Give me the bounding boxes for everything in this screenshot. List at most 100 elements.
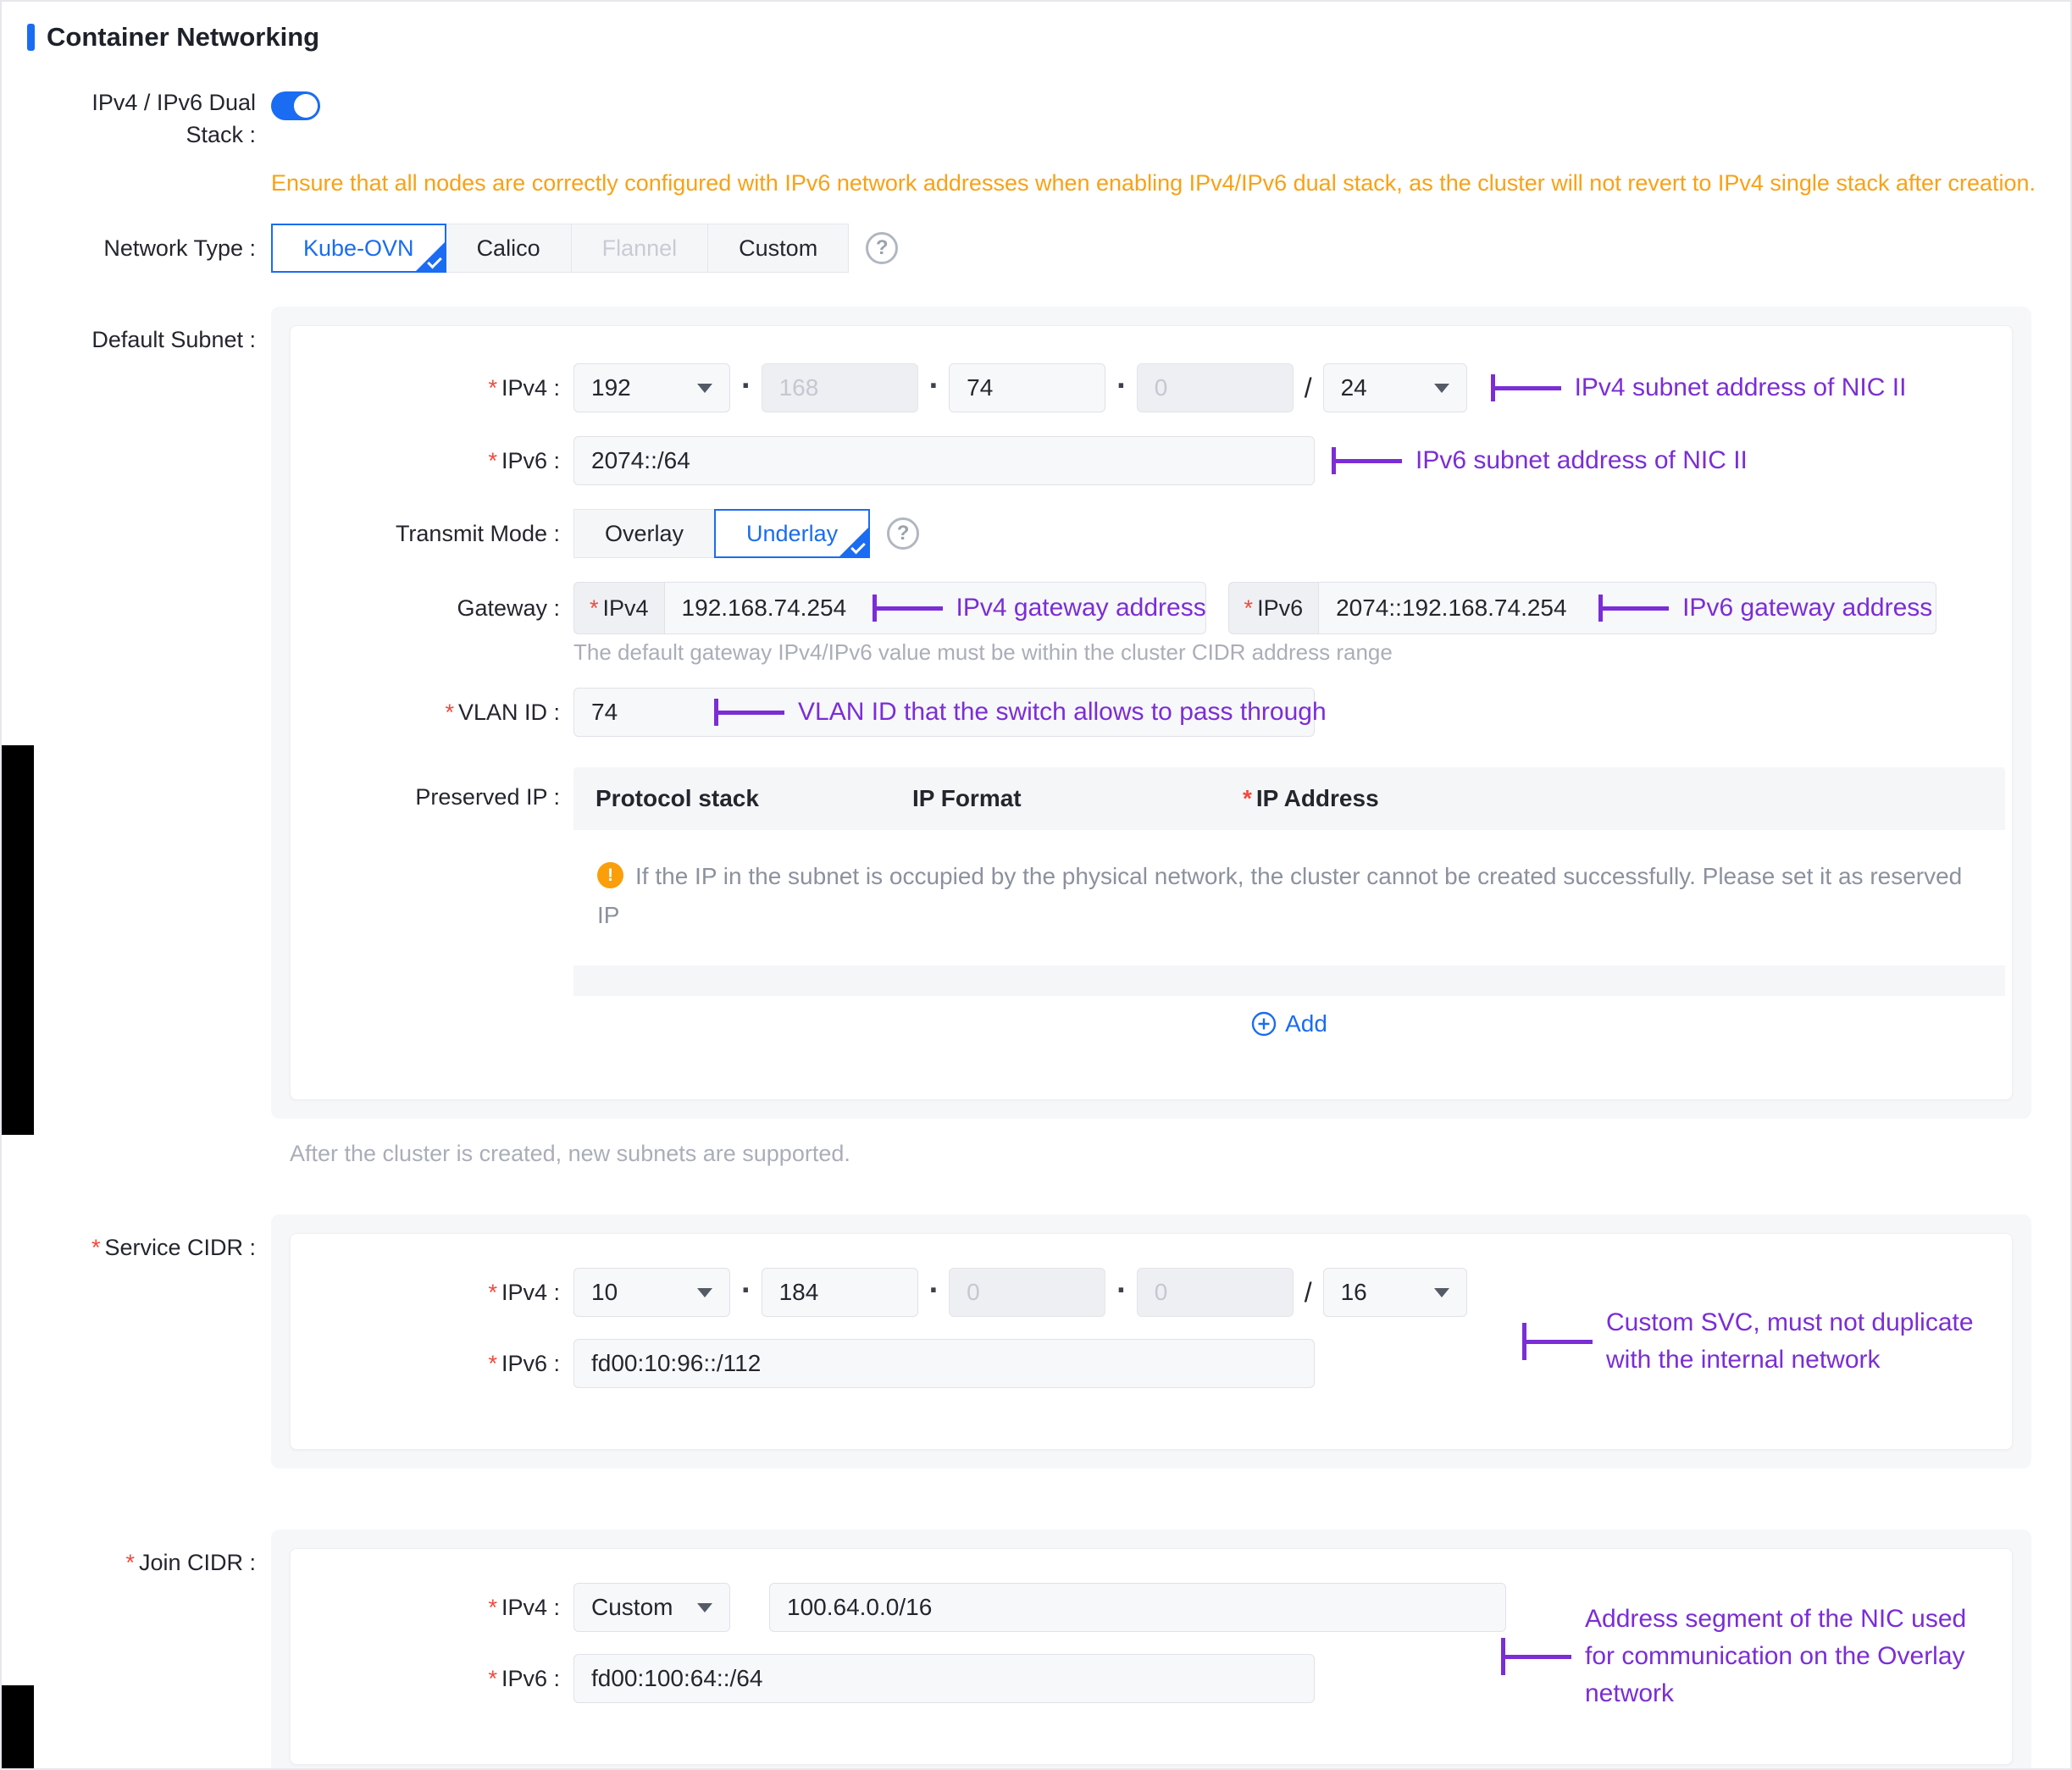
annotation-vlan: VLAN ID that the switch allows to pass t… (714, 698, 1327, 727)
join-ipv4-label: *IPv4 : (291, 1595, 560, 1621)
dual-stack-toggle[interactable] (271, 91, 320, 120)
annotation-connector (873, 595, 943, 622)
join-ipv6-label: *IPv6 : (291, 1666, 560, 1692)
join-mode-select[interactable]: Custom (573, 1583, 730, 1632)
chevron-down-icon (697, 384, 712, 393)
service-octet1-select[interactable]: 10 (573, 1268, 730, 1317)
subnet-ipv6-input[interactable]: 2074::/64 (573, 436, 1315, 485)
service-prefix-select[interactable]: 16 (1323, 1268, 1467, 1317)
vlan-label: *VLAN ID : (291, 700, 560, 726)
annotation-ipv4-subnet: IPv4 subnet address of NIC II (1491, 373, 1907, 402)
chevron-down-icon (1434, 384, 1449, 393)
annotation-connector (1332, 447, 1402, 474)
preserved-ip-table-header: Protocol stack IP Format *IP Address (573, 767, 2005, 830)
help-icon[interactable]: ? (887, 517, 919, 550)
gateway-ipv6-input[interactable]: 2074::192.168.74.254 IPv6 gateway addres… (1318, 582, 1936, 634)
octet-separator: . (1116, 1264, 1126, 1301)
network-type-row: Network Type : Kube-OVN Calico Flannel C… (2, 224, 2070, 273)
tab-calico[interactable]: Calico (446, 224, 572, 273)
octet-separator: . (741, 360, 751, 396)
preserved-ip-empty-warning: !If the IP in the subnet is occupied by … (573, 830, 2005, 965)
chevron-down-icon (1434, 1288, 1449, 1297)
service-ipv6-input[interactable]: fd00:10:96::/112 (573, 1339, 1315, 1388)
gateway-label: Gateway : (291, 595, 560, 622)
service-cidr-panel: *IPv4 : 10 . 184 . 0 . 0 (271, 1214, 2031, 1469)
subnet-ipv6-row: *IPv6 : 2074::/64 IPv6 subnet address of… (291, 436, 2012, 485)
join-ipv4-input[interactable]: 100.64.0.0/16 (769, 1583, 1506, 1632)
annotation-connector (1598, 595, 1669, 622)
service-cidr-row: *Service CIDR : *IPv4 : 10 . (2, 1214, 2070, 1469)
network-type-tabs: Kube-OVN Calico Flannel Custom (271, 224, 849, 273)
octet-separator: . (929, 1264, 939, 1301)
default-subnet-card: *IPv4 : 192 . 168 . 74 . 0 (290, 325, 2013, 1100)
dual-stack-row: IPv4 / IPv6 Dual Stack : (2, 86, 2070, 151)
service-ipv6-label: *IPv6 : (291, 1351, 560, 1377)
service-cidr-card: *IPv4 : 10 . 184 . 0 . 0 (290, 1233, 2013, 1450)
gateway-ipv4-group: *IPv4 192.168.74.254 IPv4 gateway addres… (573, 582, 1206, 634)
tab-underlay[interactable]: Underlay (714, 509, 870, 558)
table-gap (573, 965, 2005, 996)
annotation-ipv6-gateway: IPv6 gateway address (1598, 594, 1932, 622)
gateway-ipv4-input[interactable]: 192.168.74.254 IPv4 gateway address (664, 582, 1206, 634)
octet-separator: . (741, 1264, 751, 1301)
preserved-ip-row: Preserved IP : Protocol stack IP Format … (291, 767, 2012, 1052)
dual-stack-label: IPv4 / IPv6 Dual Stack : (2, 86, 256, 151)
dual-stack-warning: Ensure that all nodes are correctly conf… (271, 168, 2050, 198)
annotation-connector (1491, 374, 1561, 401)
section-header: Container Networking (27, 22, 2070, 53)
cidr-separator: / (1305, 373, 1312, 404)
default-subnet-label: Default Subnet : (2, 324, 256, 356)
service-ipv4-label: *IPv4 : (291, 1280, 560, 1306)
subnet-ipv4-row: *IPv4 : 192 . 168 . 74 . 0 (291, 363, 2012, 412)
alert-icon: ! (597, 862, 623, 888)
subnet-octet2-input: 168 (762, 363, 918, 412)
page-title: Container Networking (47, 22, 319, 53)
join-cidr-label: *Join CIDR : (2, 1546, 256, 1579)
gateway-row: Gateway : *IPv4 192.168.74.254 (291, 582, 2012, 634)
chevron-down-icon (697, 1288, 712, 1297)
subnet-prefix-select[interactable]: 24 (1323, 363, 1467, 412)
annotation-ipv6-subnet: IPv6 subnet address of NIC II (1332, 446, 1748, 475)
annotation-ipv4-gateway: IPv4 gateway address (873, 594, 1206, 622)
vlan-input[interactable]: 74 VLAN ID that the switch allows to pas… (573, 688, 1315, 737)
gateway-ipv6-group: *IPv6 2074::192.168.74.254 IPv6 gateway … (1228, 582, 1937, 634)
annotation-service-cidr: Custom SVC, must not duplicate with the … (1522, 1304, 2000, 1379)
subnet-octet4-input: 0 (1137, 363, 1294, 412)
octet-separator: . (1116, 360, 1126, 396)
join-ipv6-input[interactable]: fd00:100:64::/64 (573, 1654, 1315, 1703)
subnet-octet1-select[interactable]: 192 (573, 363, 730, 412)
transmit-mode-tabs: Overlay Underlay (573, 509, 870, 558)
default-subnet-row: Default Subnet : *IPv4 : 192 (2, 307, 2070, 1167)
toggle-knob (294, 94, 318, 118)
tab-overlay[interactable]: Overlay (573, 509, 715, 558)
gateway-ipv6-tag: *IPv6 (1228, 582, 1319, 634)
tab-custom[interactable]: Custom (707, 224, 849, 273)
redacted-region (2, 745, 34, 1135)
help-icon[interactable]: ? (866, 232, 898, 264)
service-octet2-input[interactable]: 184 (762, 1268, 918, 1317)
gateway-helper-text: The default gateway IPv4/IPv6 value must… (573, 639, 2012, 666)
plus-circle-icon (1251, 1011, 1277, 1037)
subnet-footnote: After the cluster is created, new subnet… (290, 1141, 2031, 1167)
annotation-connector (1501, 1638, 1571, 1675)
chevron-down-icon (697, 1603, 712, 1612)
preserved-ip-table: Protocol stack IP Format *IP Address !If… (573, 767, 2005, 1052)
transmit-mode-label: Transmit Mode : (291, 521, 560, 547)
column-protocol-stack: Protocol stack (573, 785, 912, 812)
transmit-mode-row: Transmit Mode : Overlay Underlay ? (291, 509, 2012, 558)
octet-separator: . (929, 360, 939, 396)
subnet-octet3-input[interactable]: 74 (949, 363, 1105, 412)
join-cidr-card: *IPv4 : Custom 100.64.0.0/16 *IPv6 (290, 1548, 2013, 1765)
service-octet4-input: 0 (1137, 1268, 1294, 1317)
tab-kube-ovn[interactable]: Kube-OVN (271, 224, 446, 273)
cidr-separator: / (1305, 1277, 1312, 1308)
subnet-ipv4-label: *IPv4 : (291, 375, 560, 401)
annotation-connector (714, 699, 784, 726)
join-cidr-row: *Join CIDR : *IPv4 : Custom 100. (2, 1529, 2070, 1770)
annotation-join-cidr: Address segment of the NIC used for comm… (1501, 1601, 2000, 1712)
column-ip-format: IP Format (912, 785, 1243, 812)
add-preserved-ip-button[interactable]: Add (573, 996, 2005, 1052)
annotation-connector (1522, 1323, 1593, 1360)
gateway-ipv4-tag: *IPv4 (573, 582, 664, 634)
tab-flannel: Flannel (571, 224, 709, 273)
